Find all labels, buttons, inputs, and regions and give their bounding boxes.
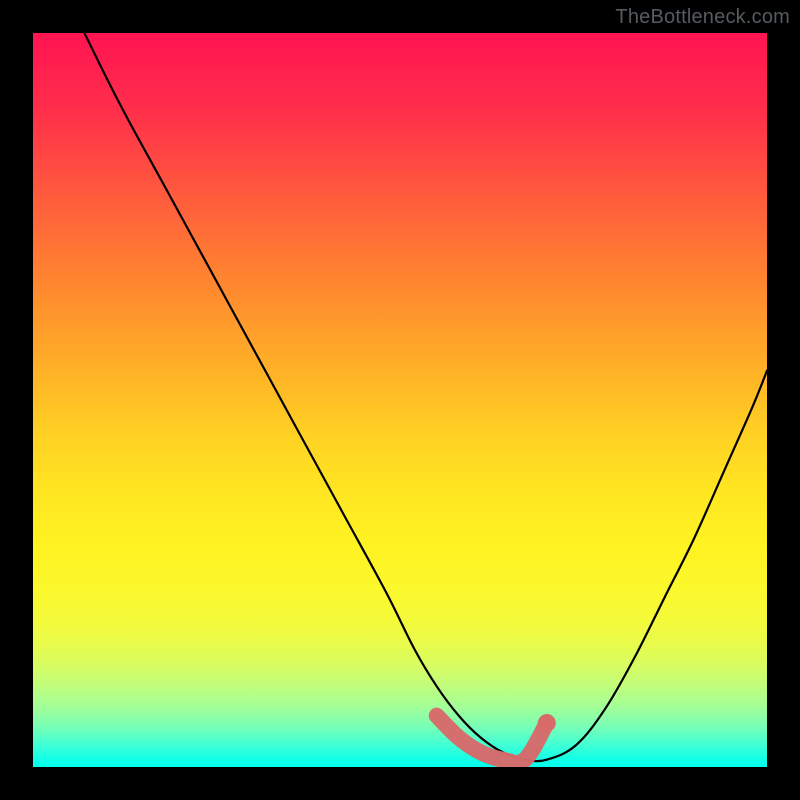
chart-stage: TheBottleneck.com [0,0,800,800]
highlight-band-path [437,716,547,763]
plot-area [33,33,767,767]
watermark-text: TheBottleneck.com [615,6,790,29]
highlight-end-marker [538,714,556,732]
curve-layer [33,33,767,767]
bottleneck-curve-path [84,33,767,761]
